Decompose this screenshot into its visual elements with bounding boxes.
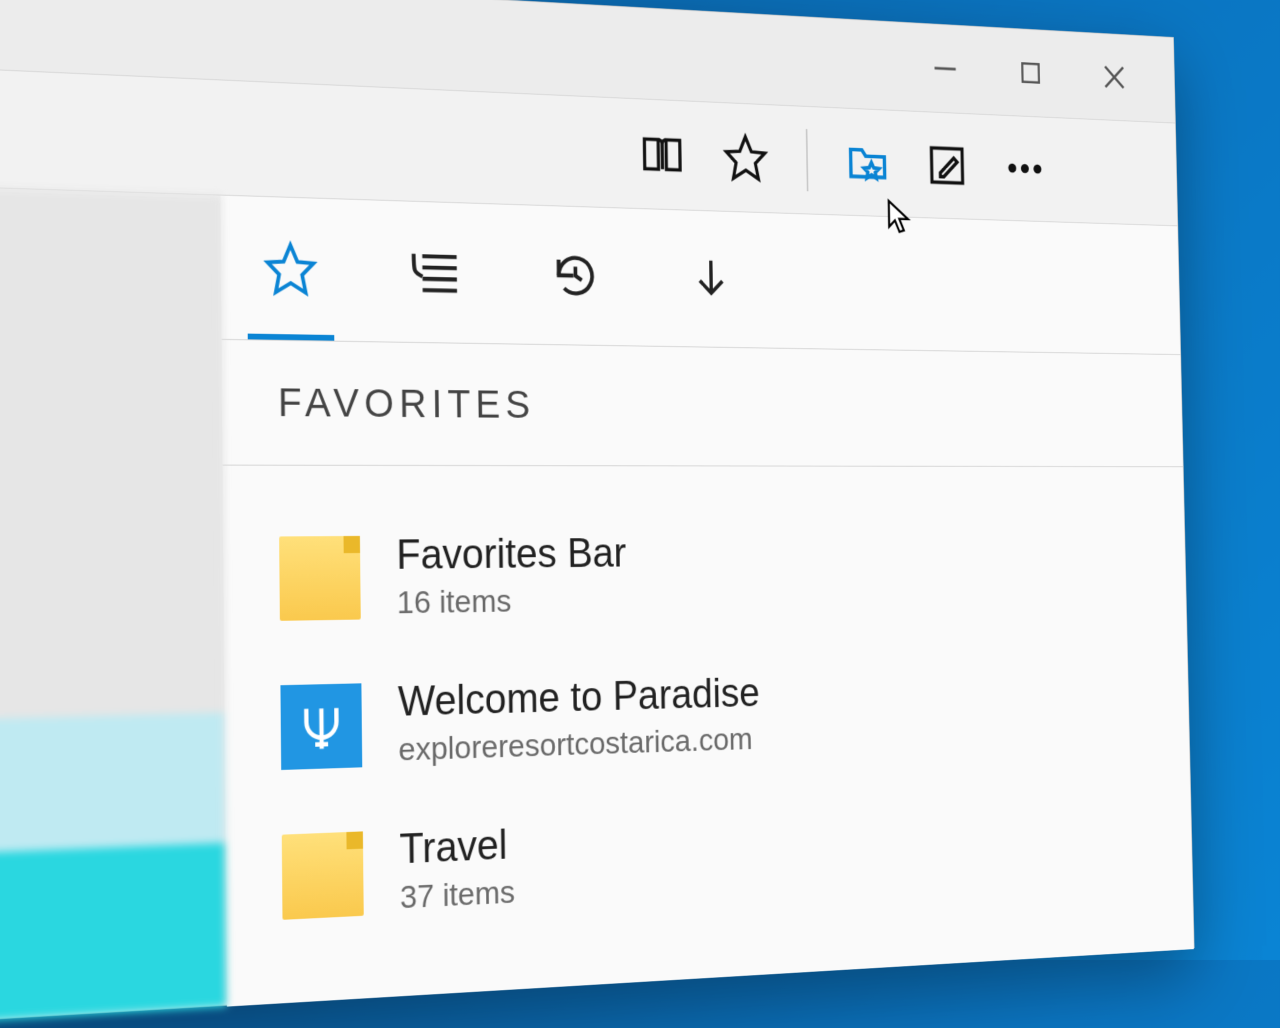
tab-reading-list[interactable]: [404, 239, 467, 306]
content-area: FAVORITES Favorites Bar 16 items: [0, 185, 1194, 1027]
item-title: Favorites Bar: [396, 531, 626, 580]
folder-icon: [279, 535, 361, 620]
more-icon[interactable]: [1001, 142, 1048, 196]
hub-button[interactable]: [843, 135, 892, 190]
close-button[interactable]: [1099, 59, 1130, 95]
maximize-button[interactable]: [1015, 55, 1046, 91]
item-subtitle: 16 items: [397, 582, 627, 622]
tab-downloads[interactable]: [681, 247, 740, 312]
item-title: Travel: [399, 822, 514, 874]
browser-window: FAVORITES Favorites Bar 16 items: [0, 0, 1195, 1026]
folder-icon: [282, 831, 364, 919]
web-note-icon[interactable]: [923, 138, 971, 192]
favorites-list: Favorites Bar 16 items Welcome to Paradi…: [223, 466, 1194, 1007]
star-icon[interactable]: [720, 130, 770, 186]
tab-history[interactable]: [545, 243, 606, 309]
item-subtitle: 37 items: [400, 874, 515, 917]
reading-view-icon[interactable]: [637, 126, 688, 182]
item-subtitle: exploreresortcostarica.com: [398, 721, 760, 769]
hub-header: FAVORITES: [222, 340, 1183, 467]
tab-favorites[interactable]: [258, 235, 323, 303]
site-icon: [280, 683, 362, 770]
page-preview: [0, 185, 227, 1027]
hub-panel: FAVORITES Favorites Bar 16 items: [220, 196, 1193, 1007]
minimize-button[interactable]: [929, 50, 961, 86]
toolbar-divider: [806, 129, 809, 191]
list-item[interactable]: Favorites Bar 16 items: [223, 501, 1187, 653]
item-title: Welcome to Paradise: [398, 670, 760, 726]
